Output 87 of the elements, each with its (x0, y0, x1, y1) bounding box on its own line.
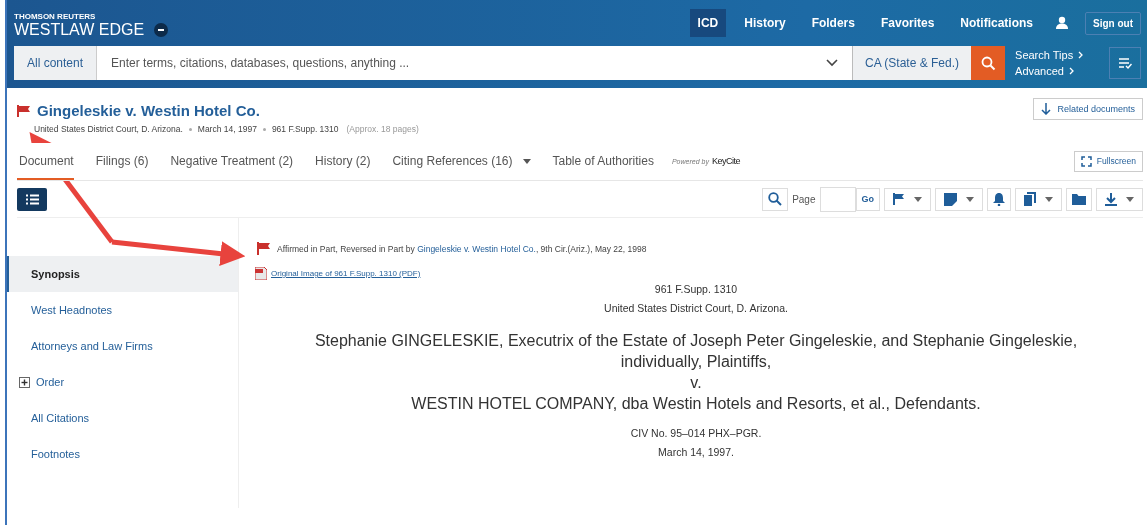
defendants: WESTIN HOTEL COMPANY, dba Westin Hotels and Resorts, et al., Defendants. (410, 394, 982, 414)
sidebar-label[interactable]: West Headnotes (31, 304, 113, 316)
nav-link[interactable]: Notifications (952, 9, 1041, 37)
history-text: Affirmed in Part, Reversed in Part by Gingeleskie v. Westin Hotel Co., 9th Cir.(Ariz.), May 22, 1998 (277, 243, 647, 254)
decision-date: March 14, 1997. (657, 445, 735, 460)
flag-icon (17, 104, 31, 117)
flag-icon (893, 193, 905, 205)
flag-icon (257, 242, 271, 255)
keycite-logo: KeyCite (711, 156, 740, 166)
fullscreen-icon (1080, 155, 1092, 167)
go-button[interactable]: Go (855, 187, 880, 211)
note-icon (944, 192, 957, 206)
caret-icon (966, 196, 974, 202)
alert-button[interactable] (987, 187, 1011, 211)
caret-icon (914, 196, 922, 202)
search-icon (980, 55, 996, 71)
search-button[interactable] (971, 46, 1006, 80)
flag-menu-button[interactable] (884, 187, 931, 211)
search-link[interactable]: Search Tips (1015, 47, 1096, 63)
document-title[interactable]: Gingeleskie v. Westin Hotel Co. (37, 102, 260, 119)
document-meta: March 14, 1997 (197, 124, 257, 134)
download-menu-button[interactable] (1096, 187, 1143, 211)
note-menu-button[interactable] (935, 187, 983, 211)
sidebar-item[interactable]: Footnotes (7, 436, 238, 472)
document-meta: United States District Court, D. Arizona. (34, 124, 183, 134)
separator-dot-icon (188, 127, 192, 131)
expand-icon[interactable] (19, 376, 30, 388)
pdf-link[interactable]: Original Image of 961 F.Supp. 1310 (PDF) (271, 269, 421, 278)
list-icon (25, 193, 39, 205)
copy-icon (1024, 192, 1036, 206)
sidebar-item[interactable]: West Headnotes (7, 292, 238, 328)
page-label: Page (792, 193, 816, 205)
sidebar-item[interactable]: Synopsis (7, 256, 238, 292)
caret-icon (1126, 196, 1134, 202)
download-icon (1105, 192, 1117, 206)
sidebar-label[interactable]: Attorneys and Law Firms (31, 340, 153, 352)
sidebar-item[interactable]: Order (7, 364, 238, 400)
arrow-down-icon (1041, 103, 1052, 115)
document-meta: 961 F.Supp. 1310 (271, 124, 339, 134)
search-field[interactable]: All content Enter terms, citations, databases, questions, anything ... (14, 46, 852, 80)
page-input[interactable] (819, 186, 856, 212)
user-icon[interactable] (1055, 16, 1069, 30)
sidebar-label[interactable]: Order (36, 376, 65, 388)
nav-link[interactable]: ICD (689, 9, 727, 37)
pdf-icon (255, 267, 267, 280)
sidebar-label[interactable]: All Citations (31, 412, 90, 424)
checklist-icon (1118, 57, 1132, 69)
scope-selector[interactable]: All content (14, 46, 98, 80)
collapse-icon[interactable] (154, 22, 169, 37)
company-name: THOMSON REUTERS (14, 11, 97, 21)
folder-icon (1072, 193, 1086, 205)
docket-number: CIV No. 95–014 PHX–PGR. (629, 426, 763, 441)
jurisdiction-selector[interactable]: CA (State & Fed.) (852, 46, 972, 80)
bell-icon (993, 192, 1005, 206)
nav-link[interactable]: Folders (803, 9, 863, 37)
fullscreen-button[interactable]: Fullscreen (1073, 150, 1143, 172)
folder-button[interactable] (1066, 187, 1092, 211)
versus: v. (689, 373, 703, 393)
page-count: (Approx. 18 pages) (346, 124, 419, 134)
sidebar-item[interactable]: Attorneys and Law Firms (7, 328, 238, 364)
product-name: WESTLAW EDGE (14, 20, 145, 39)
related-documents-button[interactable]: Related documents (1033, 98, 1143, 120)
tab[interactable]: Filings (6) (95, 143, 149, 180)
tab[interactable]: Negative Treatment (2) (170, 143, 294, 180)
chevron-down-icon[interactable] (826, 59, 838, 67)
caret-icon[interactable] (522, 158, 531, 164)
copy-menu-button[interactable] (1015, 187, 1062, 211)
nav-link[interactable]: Favorites (872, 9, 943, 37)
search-icon (768, 192, 783, 206)
nav-link[interactable]: History (736, 9, 794, 37)
sidebar-item[interactable]: All Citations (7, 400, 238, 436)
tab[interactable]: History (2) (315, 143, 371, 180)
sidebar-label[interactable]: Synopsis (31, 268, 80, 280)
toc-button[interactable] (17, 187, 47, 211)
citation: 961 F.Supp. 1310 (653, 282, 739, 297)
sidebar-label[interactable]: Footnotes (31, 448, 80, 460)
separator-dot-icon (262, 127, 266, 131)
tab[interactable]: Citing References (16) (392, 143, 531, 180)
court-name: United States District Court, D. Arizona. (603, 301, 789, 316)
search-link[interactable]: Advanced (1015, 63, 1096, 79)
case-link[interactable]: Gingeleskie v. Westin Hotel Co. (417, 243, 536, 254)
list-button[interactable] (1109, 47, 1141, 79)
tab[interactable]: Table of Authorities (552, 143, 654, 180)
search-button[interactable] (762, 187, 789, 211)
sign-out-button[interactable]: Sign out (1085, 11, 1141, 35)
tab[interactable]: Document (17, 143, 74, 180)
caret-icon (1045, 196, 1053, 202)
